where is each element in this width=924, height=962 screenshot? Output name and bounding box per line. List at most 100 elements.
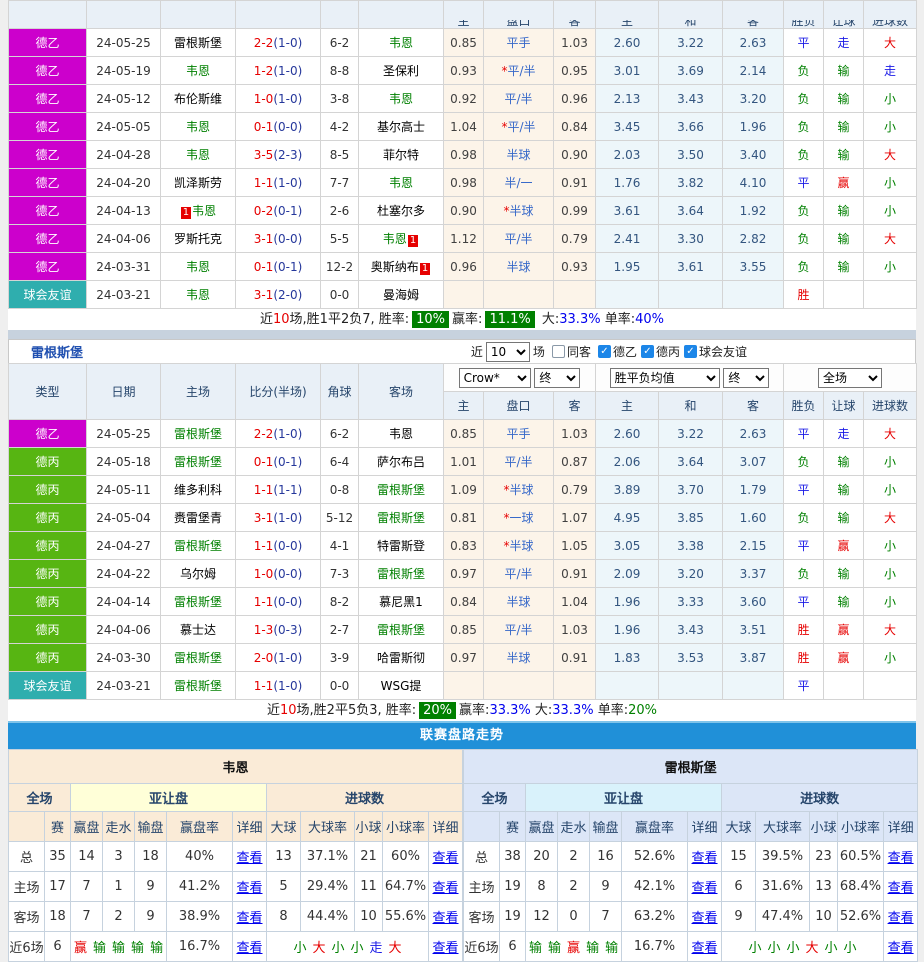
ah-home-odds-cell: 0.93 xyxy=(444,57,484,85)
ah-detail-link-cell[interactable]: 查看 xyxy=(688,872,722,902)
checked-checkbox-icon[interactable]: ✓ xyxy=(684,345,697,358)
scope-select[interactable]: 全场 xyxy=(818,368,882,388)
row-label: 客场 xyxy=(9,902,45,932)
view-link[interactable]: 查看 xyxy=(236,851,262,866)
same-away-checkbox[interactable]: 同客 xyxy=(552,343,591,360)
away-team-cell: 雷根斯堡 xyxy=(359,504,444,532)
ah-home-odds-cell: 0.96 xyxy=(444,253,484,281)
view-link[interactable]: 查看 xyxy=(888,941,914,956)
ah-detail-link-cell[interactable]: 查看 xyxy=(688,932,722,962)
panel-recent: 近6场 6 输输赢输输输 16.7% 查看 小小小大小小 查看 xyxy=(464,932,918,962)
away-team-cell: 韦恩 xyxy=(359,169,444,197)
ah-detail-link-cell[interactable]: 查看 xyxy=(233,872,267,902)
checked-checkbox-icon[interactable]: ✓ xyxy=(641,345,654,358)
goals-detail-link-cell[interactable]: 查看 xyxy=(884,872,918,902)
goals-detail-link-cell[interactable]: 查看 xyxy=(429,872,463,902)
eu-home-odds-cell: 3.01 xyxy=(596,57,659,85)
score-cell: 3-1(1-0) xyxy=(236,504,321,532)
ah-home-odds-cell: 1.01 xyxy=(444,448,484,476)
ah-detail-link-cell[interactable]: 查看 xyxy=(688,842,722,872)
league-checkbox[interactable]: ✓德丙 xyxy=(641,343,680,360)
away-team-cell: 慕尼黑1 xyxy=(359,588,444,616)
matches-count: 6 xyxy=(45,932,71,962)
over-rate: 44.4% xyxy=(301,902,355,932)
eu-home-odds-cell: 4.95 xyxy=(596,504,659,532)
league-cell: 球会友谊 xyxy=(9,281,87,309)
view-link[interactable]: 查看 xyxy=(888,881,914,896)
view-link[interactable]: 查看 xyxy=(692,911,718,926)
panel-col-header: 详细 xyxy=(688,812,722,842)
eu-away-odds-cell: 3.87 xyxy=(723,644,784,672)
league-checkbox[interactable]: ✓德乙 xyxy=(598,343,637,360)
goals-detail-link-cell[interactable]: 查看 xyxy=(884,902,918,932)
view-link[interactable]: 查看 xyxy=(433,851,459,866)
view-link[interactable]: 查看 xyxy=(433,941,459,956)
view-link[interactable]: 查看 xyxy=(888,851,914,866)
corner-cell: 12-2 xyxy=(321,253,359,281)
view-link[interactable]: 查看 xyxy=(433,911,459,926)
league-checkbox[interactable]: ✓球会友谊 xyxy=(684,343,747,360)
handicap-cell: 平/半 xyxy=(484,225,554,253)
goals-result-cell: 大 xyxy=(864,420,917,448)
date-cell: 24-05-11 xyxy=(87,476,161,504)
ah-home-odds-cell: 0.98 xyxy=(444,141,484,169)
eu-home-odds-cell: 2.09 xyxy=(596,560,659,588)
goals-result-cell xyxy=(864,672,917,700)
league-cell: 德乙 xyxy=(9,141,87,169)
score-cell: 1-1(0-0) xyxy=(236,588,321,616)
goals-detail-link-cell[interactable]: 查看 xyxy=(884,842,918,872)
group-header-goals: 进球数 xyxy=(722,784,918,812)
home-team-cell: 雷根斯堡 xyxy=(161,588,236,616)
filter-controls: 近 10 场 同客 ✓德乙✓德丙✓球会友谊 xyxy=(471,342,747,362)
score-cell: 0-1(0-1) xyxy=(236,253,321,281)
eu-draw-odds-cell: 3.20 xyxy=(659,560,723,588)
match-count-select[interactable]: 10 xyxy=(486,342,530,362)
away-team-cell: 雷根斯堡 xyxy=(359,560,444,588)
view-link[interactable]: 查看 xyxy=(692,851,718,866)
panel-col-header: 赛 xyxy=(45,812,71,842)
ah-away-odds-cell xyxy=(554,672,596,700)
goals-result-cell: 大 xyxy=(864,141,917,169)
view-link[interactable]: 查看 xyxy=(236,941,262,956)
goals-detail-link-cell[interactable]: 查看 xyxy=(884,932,918,962)
group-header-full: 全场 xyxy=(9,784,71,812)
summary-segment: 20% xyxy=(419,702,456,719)
eu-draw-odds-cell: 3.64 xyxy=(659,448,723,476)
league-cell: 德乙 xyxy=(9,57,87,85)
header-cell-cutoff: 让球 xyxy=(824,1,864,29)
eu-time-select[interactable]: 终 xyxy=(723,368,769,388)
checked-checkbox-icon[interactable]: ✓ xyxy=(598,345,611,358)
view-link[interactable]: 查看 xyxy=(236,911,262,926)
result-cell: 平 xyxy=(784,169,824,197)
unchecked-checkbox-icon[interactable] xyxy=(552,345,565,358)
ah-detail-link-cell[interactable]: 查看 xyxy=(233,902,267,932)
ah-detail-link-cell[interactable]: 查看 xyxy=(233,932,267,962)
score-cell: 1-1(1-1) xyxy=(236,476,321,504)
goals-detail-link-cell[interactable]: 查看 xyxy=(429,932,463,962)
ah-detail-link-cell[interactable]: 查看 xyxy=(233,842,267,872)
home-team-cell: 韦恩 xyxy=(161,281,236,309)
eu-mode-select[interactable]: 胜平负均值 xyxy=(610,368,720,388)
eu-draw-odds-cell: 3.43 xyxy=(659,616,723,644)
odds-time-select[interactable]: 终 xyxy=(534,368,580,388)
corner-cell: 6-2 xyxy=(321,420,359,448)
view-link[interactable]: 查看 xyxy=(236,881,262,896)
view-link[interactable]: 查看 xyxy=(888,911,914,926)
ah-away-odds-cell: 0.84 xyxy=(554,113,596,141)
recent-row: 近6场 6 输输赢输输输 16.7% 查看 小小小大小小 查看 xyxy=(464,932,918,962)
away-team-cell: 奥斯纳布1 xyxy=(359,253,444,281)
goals-detail-link-cell[interactable]: 查看 xyxy=(429,842,463,872)
row-label: 总 xyxy=(464,842,500,872)
ah-detail-link-cell[interactable]: 查看 xyxy=(688,902,722,932)
header-cell-cutoff: 客 xyxy=(723,1,784,29)
goals-detail-link-cell[interactable]: 查看 xyxy=(429,902,463,932)
ah-away-odds-cell: 0.90 xyxy=(554,141,596,169)
view-link[interactable]: 查看 xyxy=(692,941,718,956)
odds-company-select[interactable]: Crow* xyxy=(459,368,531,388)
matches-count: 17 xyxy=(45,872,71,902)
col-header-ah-result: 让球 xyxy=(824,392,864,420)
handicap-result-cell: 走 xyxy=(824,420,864,448)
view-link[interactable]: 查看 xyxy=(692,881,718,896)
view-link[interactable]: 查看 xyxy=(433,881,459,896)
ah-home-odds-cell: 0.85 xyxy=(444,420,484,448)
